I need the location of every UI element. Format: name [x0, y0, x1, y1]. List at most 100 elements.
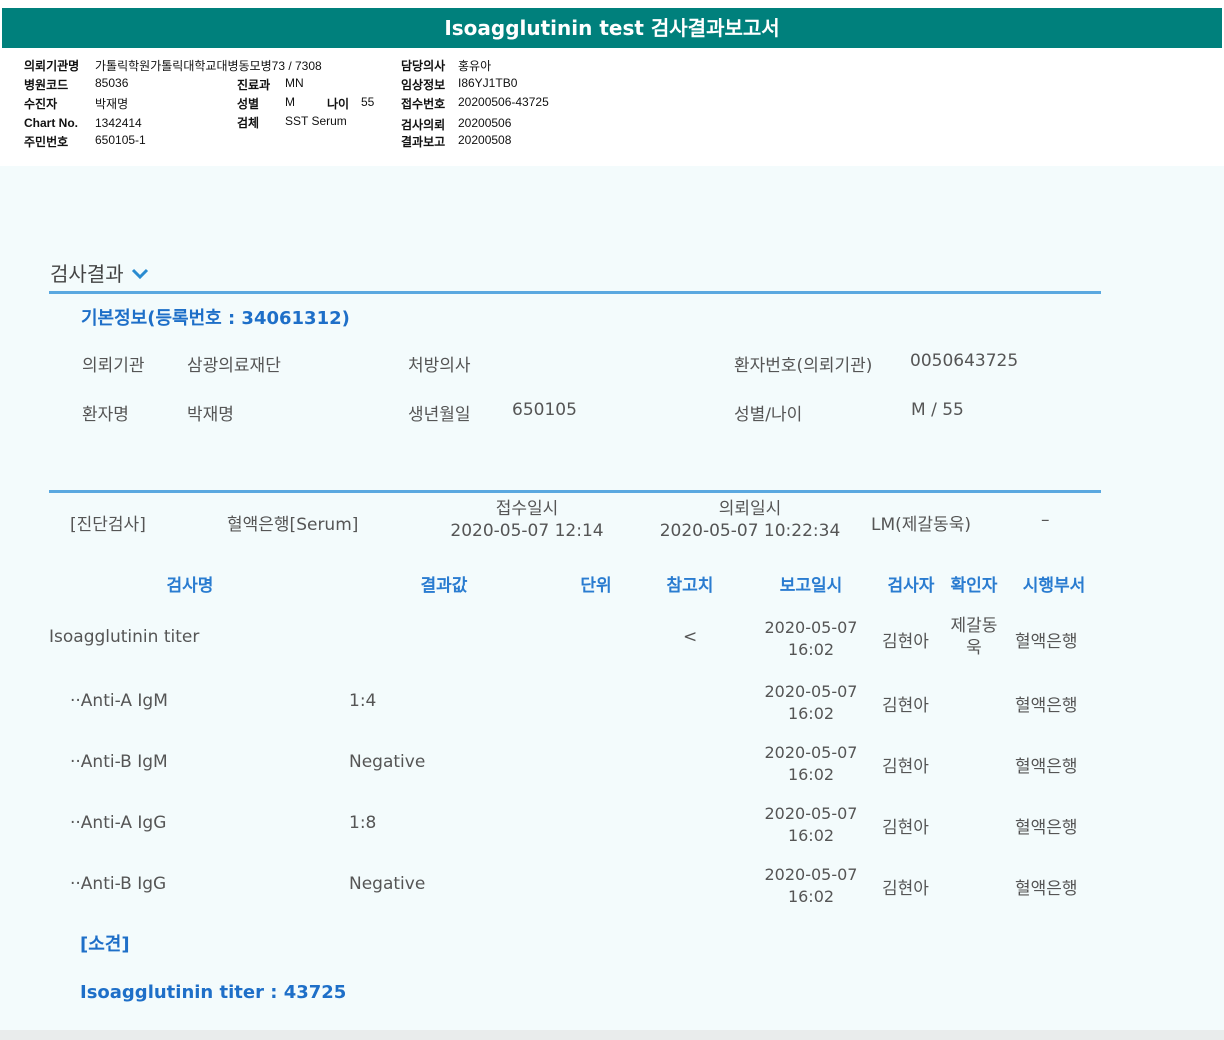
institution-value: 삼광의료재단: [187, 356, 281, 376]
header-value: SST Serum: [285, 114, 347, 128]
title-bar: Isoagglutinin test 검사결과보고서: [0, 0, 1224, 48]
report-time: 16:02: [787, 640, 835, 659]
col-report-date: 보고일시: [779, 576, 843, 596]
requested-datetime: 의뢰일시 2020-05-07 10:22:34: [644, 498, 856, 542]
header-value: 홍유아: [458, 59, 492, 73]
opinion-heading: [소견]: [80, 934, 130, 955]
col-confirmer: 확인자: [950, 576, 998, 596]
header-label: 병원코드: [24, 78, 69, 92]
result-value: 1:8: [349, 813, 377, 833]
header-value: 85036: [95, 76, 129, 90]
received-label: 접수일시: [495, 499, 559, 519]
header-label: 임상정보: [401, 78, 446, 92]
patient-no-value: 0050643725: [910, 351, 1019, 371]
report-date: 2020-05-07: [764, 865, 858, 884]
confirmer-name: 제갈동 욱: [942, 615, 1006, 659]
report-date: 2020-05-07: [764, 618, 858, 637]
lm-dash: –: [1041, 510, 1050, 530]
report-header: 의뢰기관명 가톨릭학원가톨릭대학교대병동모병73 / 7308 병원코드 850…: [0, 48, 1224, 167]
chevron-down-icon[interactable]: [130, 266, 150, 285]
test-name: Isoagglutinin titer: [49, 627, 200, 647]
test-name: ··Anti-A IgG: [70, 813, 167, 833]
birth-value: 650105: [512, 400, 577, 420]
result-value: Negative: [349, 752, 426, 772]
header-label: 수진자: [24, 97, 58, 111]
header-label: 성별: [237, 97, 260, 111]
header-value: M: [285, 95, 295, 109]
header-value: 20200506: [458, 116, 512, 130]
col-department: 시행부서: [1022, 576, 1086, 596]
result-content: 검사결과 기본정보(등록번호 : 34061312) 의뢰기관 삼광의료재단 처…: [0, 166, 1224, 1030]
header-label: 의뢰기관명: [24, 59, 80, 73]
report-title: Isoagglutinin test 검사결과보고서: [2, 8, 1222, 48]
report-time: 16:02: [787, 704, 835, 723]
header-value: 1342414: [95, 116, 142, 130]
header-label: 담당의사: [401, 59, 446, 73]
reference-value: <: [683, 627, 698, 647]
doctor-label: 처방의사: [408, 356, 471, 376]
test-category: [진단검사]: [70, 515, 146, 535]
section-divider: [49, 490, 1101, 493]
patient-name-value: 박재명: [187, 405, 234, 425]
basic-info-heading: 기본정보(등록번호 : 34061312): [81, 308, 350, 329]
col-tester: 검사자: [887, 576, 935, 596]
header-value: 55: [361, 95, 375, 109]
result-value: 1:4: [349, 691, 377, 711]
section-title-text: 검사결과: [50, 262, 124, 286]
test-name: ··Anti-B IgG: [70, 874, 167, 894]
header-value: 가톨릭학원가톨릭대학교대병동모병73 / 7308: [95, 59, 322, 73]
lm-name: LM(제갈동욱): [871, 515, 971, 535]
patient-name-label: 환자명: [82, 405, 129, 425]
report-datetime: 2020-05-07 16:02: [756, 681, 866, 725]
report-datetime: 2020-05-07 16:02: [756, 742, 866, 786]
header-label: 나이: [327, 97, 350, 111]
department-name: 혈액은행: [1015, 632, 1078, 652]
header-label: 진료과: [237, 78, 271, 92]
header-value: I86YJ1TB0: [458, 76, 518, 90]
birth-label: 생년월일: [408, 405, 471, 425]
test-name: ··Anti-A IgM: [70, 691, 168, 711]
tester-name: 김현아: [882, 632, 929, 652]
department-name: 혈액은행: [1015, 879, 1078, 899]
header-value: 20200508: [458, 133, 512, 147]
header-label: 검사의뢰: [401, 118, 446, 132]
header-value: 박재명: [95, 97, 129, 111]
report-date: 2020-05-07: [764, 743, 858, 762]
sex-age-value: M / 55: [911, 400, 964, 420]
header-label: 접수번호: [401, 97, 446, 111]
received-value: 2020-05-07 12:14: [450, 521, 604, 541]
report-datetime: 2020-05-07 16:02: [756, 803, 866, 847]
report-time: 16:02: [787, 826, 835, 845]
requested-label: 의뢰일시: [718, 499, 782, 519]
patient-no-label: 환자번호(의뢰기관): [734, 356, 873, 376]
department-name: 혈액은행: [1015, 696, 1078, 716]
tester-name: 김현아: [882, 757, 929, 777]
report-datetime: 2020-05-07 16:02: [756, 864, 866, 908]
col-reference: 참고치: [666, 576, 714, 596]
col-result: 결과값: [420, 576, 468, 596]
report-date: 2020-05-07: [764, 804, 858, 823]
report-time: 16:02: [787, 887, 835, 906]
header-label: Chart No.: [24, 116, 78, 130]
header-value: MN: [285, 76, 304, 90]
department-name: 혈액은행: [1015, 757, 1078, 777]
header-value: 650105-1: [95, 133, 146, 147]
test-name: ··Anti-B IgM: [70, 752, 168, 772]
confirmer-line2: 욱: [966, 638, 982, 658]
report-datetime: 2020-05-07 16:02: [756, 617, 866, 661]
header-value: 20200506-43725: [458, 95, 549, 109]
tester-name: 김현아: [882, 818, 929, 838]
confirmer-line1: 제갈동: [950, 616, 998, 636]
sex-age-label: 성별/나이: [734, 405, 803, 425]
footer-strip: [0, 1030, 1224, 1040]
test-dept: 혈액은행[Serum]: [227, 515, 359, 535]
received-datetime: 접수일시 2020-05-07 12:14: [436, 498, 618, 542]
section-divider: [49, 291, 1101, 294]
requested-value: 2020-05-07 10:22:34: [659, 521, 841, 541]
header-label: 결과보고: [401, 135, 446, 149]
section-title[interactable]: 검사결과: [50, 258, 150, 287]
opinion-text: Isoagglutinin titer : 43725: [80, 982, 347, 1003]
report-time: 16:02: [787, 765, 835, 784]
department-name: 혈액은행: [1015, 818, 1078, 838]
tester-name: 김현아: [882, 879, 929, 899]
